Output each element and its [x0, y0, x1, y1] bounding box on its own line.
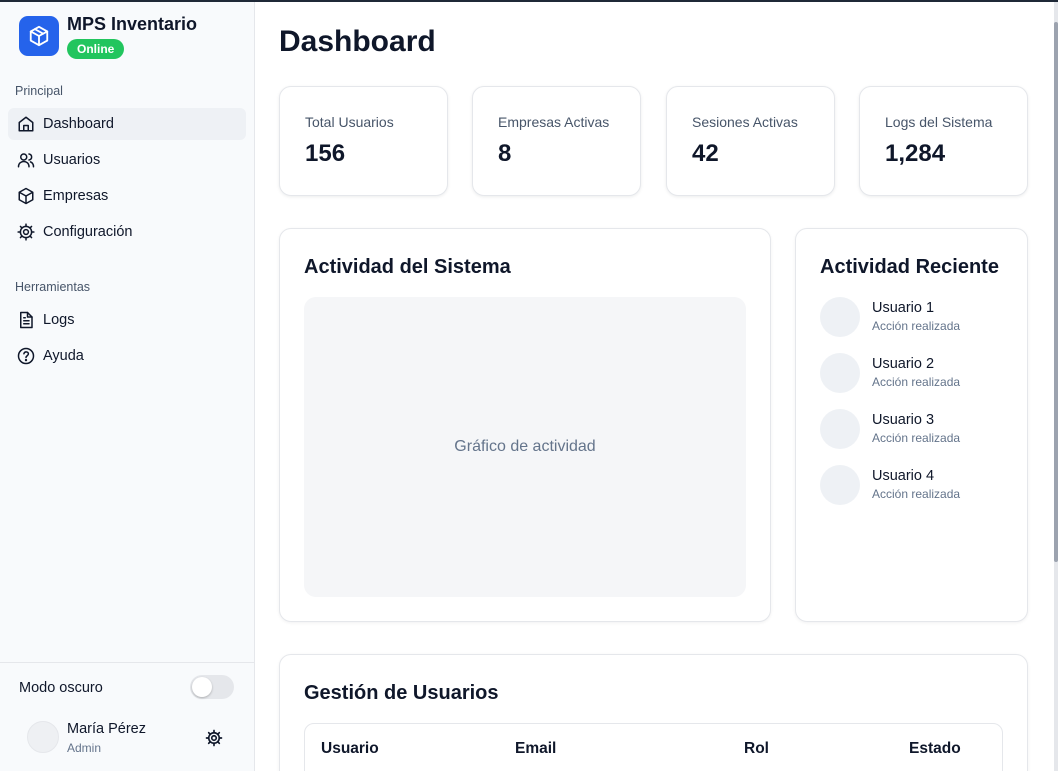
stat-card-total-usuarios: Total Usuarios 156: [279, 86, 448, 196]
scrollbar-thumb[interactable]: [1054, 22, 1058, 562]
user-settings-gear-icon[interactable]: [205, 729, 223, 747]
avatar: [820, 353, 860, 393]
stat-value: 156: [305, 140, 346, 167]
sidebar-item-label: Ayuda: [43, 348, 84, 364]
users-icon: [16, 151, 35, 170]
activity-user-name: Usuario 3: [872, 412, 935, 428]
stat-label: Empresas Activas: [498, 114, 610, 130]
sidebar-item-label: Configuración: [43, 224, 133, 240]
stat-value: 42: [692, 140, 719, 167]
sidebar-footer: Modo oscuro María Pérez Admin: [0, 662, 254, 771]
list-item[interactable]: Usuario 3 Acción realizada: [820, 409, 1010, 449]
window-top-border: [0, 0, 1058, 2]
column-header-rol[interactable]: Rol: [744, 740, 769, 758]
activity-description: Acción realizada: [872, 431, 961, 445]
user-role: Admin: [67, 741, 102, 755]
user-name: María Pérez: [67, 721, 146, 737]
sidebar-item-label: Logs: [43, 312, 75, 328]
sidebar-item-usuarios[interactable]: Usuarios: [8, 144, 246, 176]
column-header-usuario[interactable]: Usuario: [321, 740, 379, 758]
avatar: [27, 721, 59, 753]
stat-label: Total Usuarios: [305, 114, 394, 130]
avatar: [820, 297, 860, 337]
sidebar-item-label: Empresas: [43, 188, 109, 204]
activity-user-name: Usuario 1: [872, 300, 935, 316]
brand-name: MPS Inventario: [67, 14, 198, 34]
sidebar-item-empresas[interactable]: Empresas: [8, 180, 246, 212]
stat-value: 1,284: [885, 140, 946, 167]
dark-mode-toggle[interactable]: [190, 675, 234, 699]
recent-activity-title: Actividad Reciente: [820, 256, 999, 278]
activity-user-name: Usuario 4: [872, 468, 935, 484]
sidebar-item-label: Dashboard: [43, 116, 114, 132]
users-table: Usuario Email Rol Estado: [304, 723, 1003, 771]
activity-panel-title: Actividad del Sistema: [304, 256, 511, 278]
toggle-knob: [192, 677, 212, 697]
page-scrollbar[interactable]: [1054, 2, 1058, 771]
gear-icon: [16, 223, 35, 242]
list-item[interactable]: Usuario 2 Acción realizada: [820, 353, 1010, 393]
activity-description: Acción realizada: [872, 375, 961, 389]
activity-chart-placeholder: Gráfico de actividad: [304, 297, 746, 597]
activity-description: Acción realizada: [872, 487, 961, 501]
sidebar-item-label: Usuarios: [43, 152, 101, 168]
section-label-principal: Principal: [15, 84, 63, 98]
stat-card-logs-sistema: Logs del Sistema 1,284: [859, 86, 1028, 196]
sidebar-item-ayuda[interactable]: Ayuda: [8, 340, 246, 372]
stat-card-empresas-activas: Empresas Activas 8: [472, 86, 641, 196]
stat-label: Logs del Sistema: [885, 114, 993, 130]
users-management-panel: Gestión de Usuarios Usuario Email Rol Es…: [279, 654, 1028, 771]
brand: MPS Inventario Online: [19, 14, 198, 59]
activity-panel: Actividad del Sistema Gráfico de activid…: [279, 228, 771, 622]
stat-value: 8: [498, 140, 512, 167]
sidebar-item-logs[interactable]: Logs: [8, 304, 246, 336]
dark-mode-label: Modo oscuro: [19, 680, 103, 696]
column-header-email[interactable]: Email: [515, 740, 556, 758]
recent-activity-panel: Actividad Reciente Usuario 1 Acción real…: [795, 228, 1028, 622]
file-text-icon: [16, 311, 35, 330]
section-label-herramientas: Herramientas: [15, 280, 91, 294]
column-header-estado[interactable]: Estado: [909, 740, 961, 758]
activity-description: Acción realizada: [872, 319, 961, 333]
list-item[interactable]: Usuario 1 Acción realizada: [820, 297, 1010, 337]
users-management-title: Gestión de Usuarios: [304, 682, 499, 704]
list-item[interactable]: Usuario 4 Acción realizada: [820, 465, 1010, 505]
box-icon: [16, 187, 35, 206]
avatar: [820, 409, 860, 449]
brand-logo-box-icon: [19, 16, 59, 56]
activity-user-name: Usuario 2: [872, 356, 935, 372]
status-badge: Online: [67, 39, 125, 59]
sidebar-item-configuracion[interactable]: Configuración: [8, 216, 246, 248]
avatar: [820, 465, 860, 505]
stat-label: Sesiones Activas: [692, 114, 798, 130]
home-icon: [16, 115, 35, 134]
sidebar: MPS Inventario Online Principal Dashboar…: [0, 2, 255, 771]
sidebar-item-dashboard[interactable]: Dashboard: [8, 108, 246, 140]
help-circle-icon: [16, 347, 35, 366]
chart-placeholder-text: Gráfico de actividad: [454, 438, 596, 455]
page-title: Dashboard: [279, 25, 436, 58]
stat-card-sesiones-activas: Sesiones Activas 42: [666, 86, 835, 196]
